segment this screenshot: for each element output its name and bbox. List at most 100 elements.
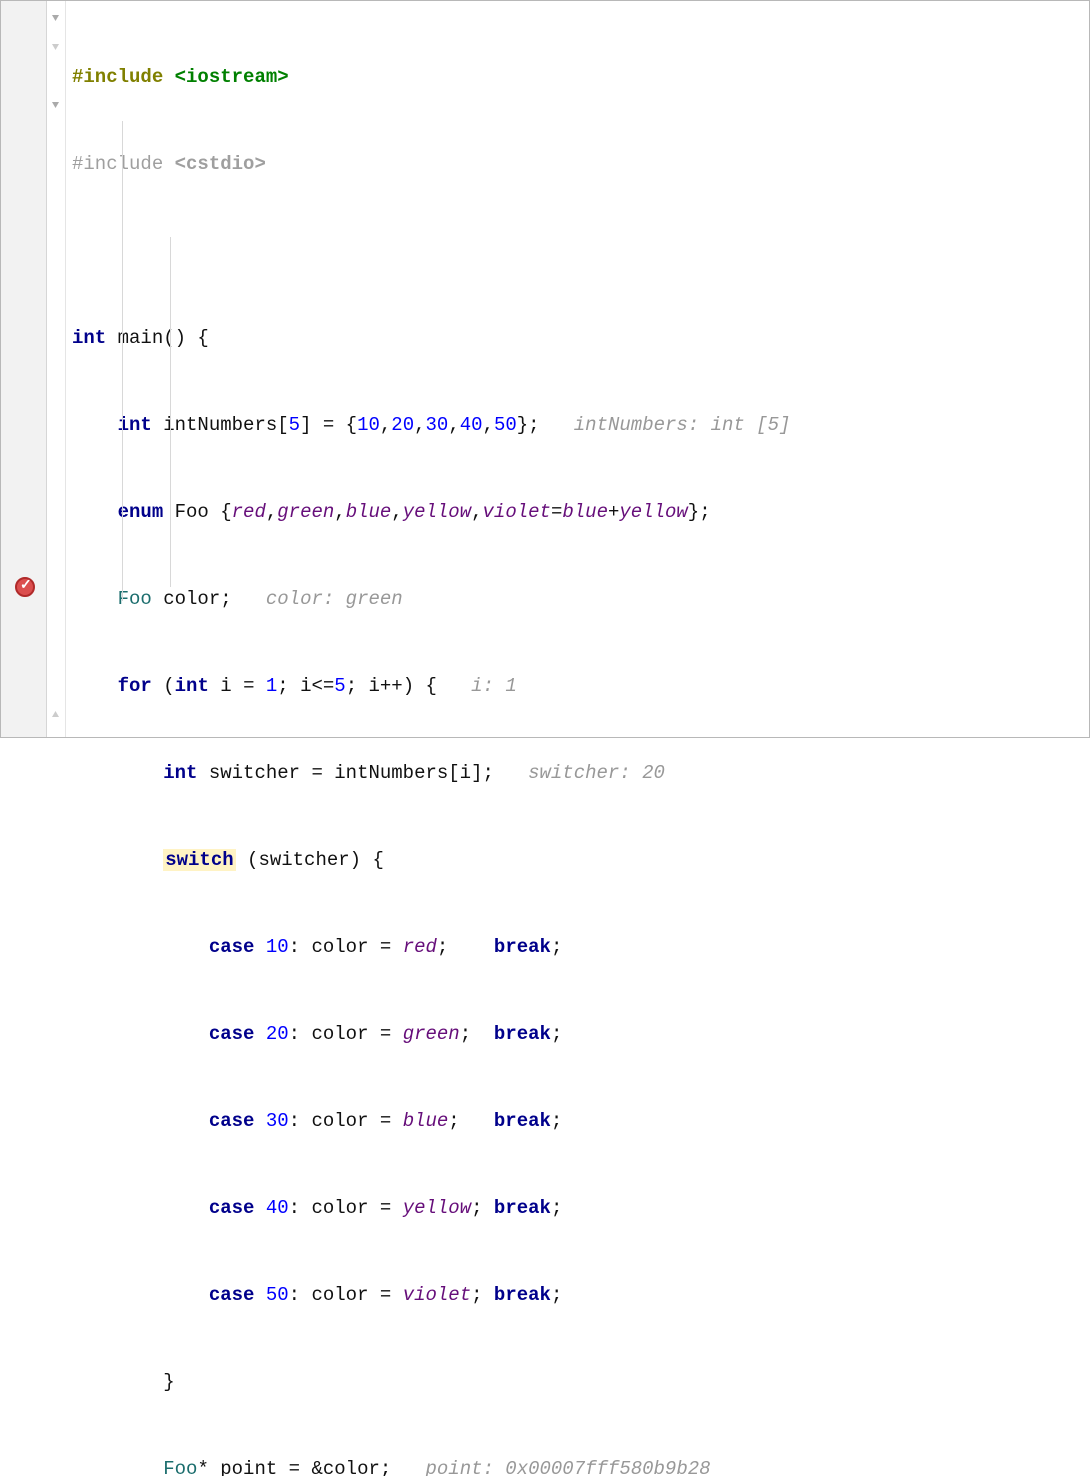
number: 30 xyxy=(426,414,449,436)
number: 5 xyxy=(334,675,345,697)
inline-hint: point: 0x00007fff580b9b28 xyxy=(425,1458,710,1476)
enum-value: blue xyxy=(346,501,392,523)
enum-value: yellow xyxy=(403,1197,471,1219)
code-text: ; i++) { xyxy=(346,675,471,697)
number: 40 xyxy=(266,1197,289,1219)
keyword: case xyxy=(209,936,255,958)
indent xyxy=(72,1284,209,1306)
code-text: intNumbers[ xyxy=(152,414,289,436)
indent-guide xyxy=(170,237,171,587)
enum-value: blue xyxy=(562,501,608,523)
code-area[interactable]: #include <iostream> #include <cstdio> in… xyxy=(66,1,1089,737)
enum-value: yellow xyxy=(619,501,687,523)
op: + xyxy=(608,501,619,523)
code-text: }; xyxy=(517,414,574,436)
keyword: break xyxy=(494,1197,551,1219)
enum-value: green xyxy=(403,1023,460,1045)
code-text: ; xyxy=(551,1284,562,1306)
keyword: break xyxy=(494,1110,551,1132)
keyword: int xyxy=(175,675,209,697)
enum-value: red xyxy=(232,501,266,523)
number: 20 xyxy=(391,414,414,436)
keyword: break xyxy=(494,1023,551,1045)
keyword: int xyxy=(163,762,197,784)
indent xyxy=(72,936,209,958)
keyword: break xyxy=(494,936,551,958)
code-editor[interactable]: #include <iostream> #include <cstdio> in… xyxy=(1,1,1089,737)
code-text: ; xyxy=(471,1197,494,1219)
fold-icon[interactable] xyxy=(50,42,63,55)
fold-icon[interactable] xyxy=(50,100,63,113)
comma: , xyxy=(391,501,402,523)
comma: , xyxy=(471,501,482,523)
code-text: : color = xyxy=(289,1110,403,1132)
op: = xyxy=(551,501,562,523)
gutter[interactable] xyxy=(1,1,47,737)
breakpoint-icon[interactable] xyxy=(15,577,35,597)
comma: , xyxy=(414,414,425,436)
code-text: : color = xyxy=(289,1023,403,1045)
indent xyxy=(72,414,118,436)
code-text: ( xyxy=(152,675,175,697)
comma: , xyxy=(483,414,494,436)
code-text: ; xyxy=(551,1110,562,1132)
number: 5 xyxy=(289,414,300,436)
number: 20 xyxy=(266,1023,289,1045)
number: 50 xyxy=(494,414,517,436)
indent xyxy=(72,588,118,610)
code-text: } xyxy=(72,1371,175,1393)
include-target: <cstdio> xyxy=(175,153,266,175)
code-text: ; xyxy=(460,1023,494,1045)
indent xyxy=(72,762,163,784)
inline-hint: intNumbers: int [5] xyxy=(574,414,791,436)
inline-hint: switcher: 20 xyxy=(528,762,665,784)
include-target: <iostream> xyxy=(175,66,289,88)
code-text: i = xyxy=(209,675,266,697)
number: 1 xyxy=(266,675,277,697)
inline-hint: i: 1 xyxy=(471,675,517,697)
keyword: enum xyxy=(118,501,164,523)
enum-value: violet xyxy=(483,501,551,523)
indent xyxy=(72,849,163,871)
code-text: ] = { xyxy=(300,414,357,436)
code-text: ; xyxy=(551,1023,562,1045)
indent xyxy=(72,501,118,523)
indent xyxy=(72,1197,209,1219)
keyword: case xyxy=(209,1023,255,1045)
enum-value: red xyxy=(403,936,437,958)
enum-value: yellow xyxy=(403,501,471,523)
number: 30 xyxy=(266,1110,289,1132)
code-text: (switcher) { xyxy=(236,849,384,871)
number: 10 xyxy=(357,414,380,436)
code-text: : color = xyxy=(289,1197,403,1219)
number: 40 xyxy=(460,414,483,436)
inline-hint: color: green xyxy=(266,588,403,610)
keyword: int xyxy=(72,327,106,349)
comma: , xyxy=(448,414,459,436)
code-text: ; xyxy=(551,1197,562,1219)
comma: , xyxy=(334,501,345,523)
code-text: }; xyxy=(688,501,711,523)
comma: , xyxy=(380,414,391,436)
keyword: for xyxy=(118,675,152,697)
code-text: switcher = intNumbers[i]; xyxy=(197,762,528,784)
indent xyxy=(72,1023,209,1045)
keyword: case xyxy=(209,1110,255,1132)
fold-column[interactable] xyxy=(47,1,66,737)
fold-icon[interactable] xyxy=(50,709,63,722)
keyword: case xyxy=(209,1197,255,1219)
keyword: break xyxy=(494,1284,551,1306)
keyword-switch: switch xyxy=(163,849,235,871)
code-text: ; xyxy=(471,1284,494,1306)
comma: , xyxy=(266,501,277,523)
indent xyxy=(72,1110,209,1132)
code-text: Foo { xyxy=(163,501,231,523)
code-text: : color = xyxy=(289,936,403,958)
fold-icon[interactable] xyxy=(50,13,63,26)
enum-value: violet xyxy=(403,1284,471,1306)
preprocessor: #include xyxy=(72,153,175,175)
indent xyxy=(72,675,118,697)
type: Foo xyxy=(163,1458,197,1476)
enum-value: green xyxy=(277,501,334,523)
enum-value: blue xyxy=(403,1110,449,1132)
